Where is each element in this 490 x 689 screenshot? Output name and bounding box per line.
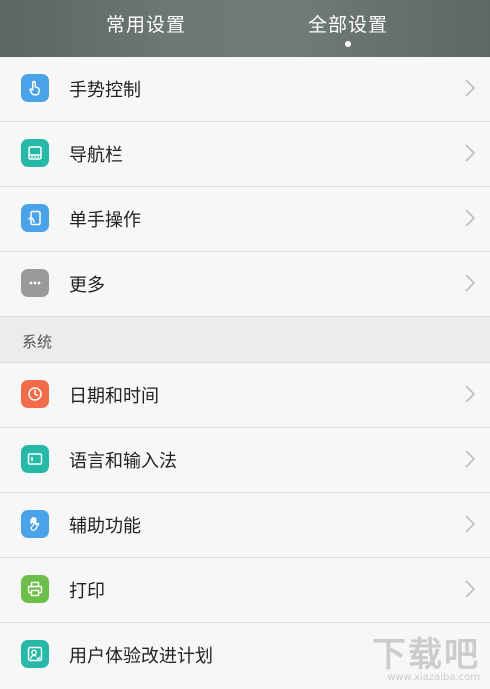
settings-tab-bar: 常用设置 全部设置: [0, 0, 490, 57]
settings-item-label: 导航栏: [69, 145, 123, 166]
printer-icon: [21, 575, 49, 603]
watermark-url: www.xiazaiba.com: [387, 672, 480, 683]
settings-item-label: 辅助功能: [69, 516, 141, 537]
one-hand-icon: [21, 204, 49, 232]
watermark: 下载吧 www.xiazaiba.com: [340, 627, 480, 683]
chevron-right-icon: [465, 274, 476, 292]
watermark-logo: 下载吧: [372, 635, 480, 675]
tab-label: 常用设置: [105, 14, 186, 36]
settings-item-language-input[interactable]: 语言和输入法: [0, 428, 490, 493]
settings-item-more[interactable]: 更多: [0, 252, 490, 317]
active-tab-indicator: [345, 41, 351, 47]
chevron-right-icon: [465, 209, 476, 227]
settings-item-label: 日期和时间: [69, 386, 159, 407]
settings-item-date-time[interactable]: 日期和时间: [0, 363, 490, 428]
settings-item-accessibility[interactable]: 辅助功能: [0, 493, 490, 558]
chevron-right-icon: [465, 580, 476, 598]
tab-label: 全部设置: [307, 14, 388, 36]
settings-item-label: 手势控制: [69, 80, 141, 101]
settings-screen: 常用设置 全部设置 手势控制 导航栏 单手操作 更多 系统 日期和时间 语言和输…: [0, 0, 490, 689]
more-dots-icon: [21, 269, 49, 297]
settings-list: 手势控制 导航栏 单手操作 更多 系统 日期和时间 语言和输入法 辅助功能 打印…: [0, 57, 490, 688]
gesture-hand-icon: [21, 74, 49, 102]
user-experience-icon: [21, 640, 49, 668]
settings-item-label: 语言和输入法: [69, 451, 177, 472]
tab-common-settings[interactable]: 常用设置: [56, 0, 236, 57]
settings-item-one-hand-mode[interactable]: 单手操作: [0, 187, 490, 252]
settings-item-label: 更多: [69, 275, 105, 296]
section-label: 系统: [22, 333, 53, 351]
chevron-right-icon: [465, 450, 476, 468]
navigation-bar-icon: [21, 139, 49, 167]
chevron-right-icon: [465, 144, 476, 162]
settings-item-gesture-control[interactable]: 手势控制: [0, 57, 490, 122]
clock-icon: [21, 380, 49, 408]
settings-item-label: 打印: [69, 581, 105, 602]
settings-item-navigation-bar[interactable]: 导航栏: [0, 122, 490, 187]
accessibility-hand-icon: [21, 510, 49, 538]
section-header-system: 系统: [0, 317, 490, 363]
settings-item-print[interactable]: 打印: [0, 558, 490, 623]
chevron-right-icon: [465, 515, 476, 533]
keyboard-icon: [21, 445, 49, 473]
chevron-right-icon: [465, 385, 476, 403]
settings-item-label: 用户体验改进计划: [69, 646, 213, 667]
chevron-right-icon: [465, 79, 476, 97]
settings-item-label: 单手操作: [69, 210, 141, 231]
tab-all-settings[interactable]: 全部设置: [258, 0, 438, 57]
